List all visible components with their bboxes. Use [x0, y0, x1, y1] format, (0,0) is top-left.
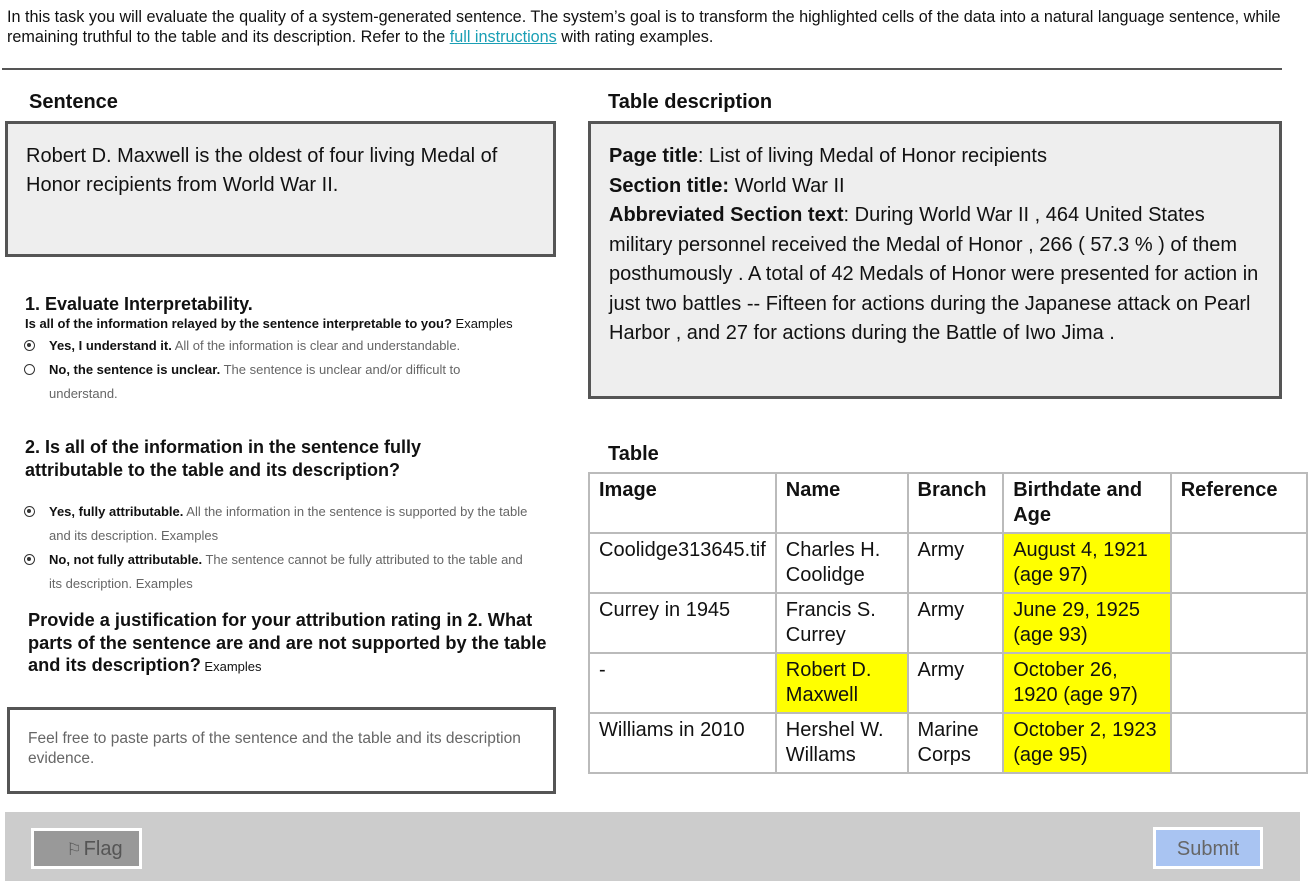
table-row: Williams in 2010 Hershel W. Willams Marine…	[588, 712, 1308, 774]
q1-option-yes[interactable]: Yes, I understand it. All of the informa…	[24, 334, 524, 358]
justification-input[interactable]	[7, 707, 556, 794]
table-cell: Coolidge313645.tif	[588, 532, 777, 594]
radio-unchecked-icon[interactable]	[24, 364, 35, 375]
table-cell	[1169, 652, 1308, 714]
column-header: Name	[774, 472, 909, 534]
q1-option-yes-label: Yes, I understand it.	[49, 338, 172, 353]
q2-option-no-label: No, not fully attributable.	[49, 552, 203, 567]
radio-checked-icon[interactable]	[24, 554, 35, 565]
column-header: Image	[588, 472, 777, 534]
table-cell: Charles H. Coolidge	[774, 532, 909, 594]
table-cell: Hershel W. Willams	[774, 712, 909, 774]
justification-prompt: Provide a justification for your attribu…	[28, 609, 548, 679]
table-cell: Robert D. Maxwell	[774, 652, 909, 714]
q1-option-no[interactable]: No, the sentence is unclear. The sentenc…	[24, 358, 499, 406]
table-cell: June 29, 1925 (age 93)	[1002, 592, 1172, 654]
q2-option-no[interactable]: No, not fully attributable. The sentence…	[24, 548, 534, 596]
table-row: Currey in 1945 Francis S. Currey Army June …	[588, 592, 1308, 654]
submit-button[interactable]: Submit	[1153, 827, 1263, 869]
table-cell: October 26, 1920 (age 97)	[1002, 652, 1172, 714]
q2-option-no-text: No, not fully attributable. The sentence…	[24, 548, 534, 596]
table-cell: Francis S. Currey	[774, 592, 909, 654]
q1-title: 1. Evaluate Interpretability.	[25, 294, 253, 314]
section-title-label: Section title:	[609, 174, 730, 197]
page: In this task you will evaluate the quali…	[0, 0, 1308, 881]
section-title-value: World War II	[729, 174, 845, 197]
q2-option-yes-text: Yes, fully attributable. All the informa…	[24, 500, 534, 548]
q2-option-yes[interactable]: Yes, fully attributable. All the informa…	[24, 500, 534, 548]
q1-examples-link[interactable]: Examples	[452, 316, 513, 331]
flag-button-label: Flag	[83, 838, 123, 860]
q2-option-yes-label: Yes, fully attributable.	[49, 504, 184, 519]
table-cell: Army	[906, 652, 1005, 714]
page-title-value: : List of living Medal of Honor recipien…	[697, 145, 1047, 167]
section-text-line: Abbreviated Section text: During World W…	[609, 201, 1261, 349]
footer-bar	[5, 812, 1300, 881]
table-cell: October 2, 1923 (age 95)	[1002, 712, 1172, 774]
radio-checked-icon[interactable]	[24, 506, 35, 517]
divider	[2, 68, 1282, 70]
radio-checked-icon[interactable]	[24, 340, 35, 351]
data-table: Image Name Branch Birthdate and Age Refe…	[588, 472, 1308, 774]
section-text-label: Abbreviated Section text	[609, 204, 844, 226]
table-cell	[1169, 532, 1308, 594]
page-title-label: Page title	[609, 145, 698, 167]
sentence-box: Robert D. Maxwell is the oldest of four …	[5, 121, 556, 257]
q1-option-no-label: No, the sentence is unclear.	[49, 362, 221, 377]
table-cell: Currey in 1945	[588, 592, 777, 654]
column-header: Reference	[1169, 472, 1308, 534]
page-title-line: Page title: List of living Medal of Hono…	[609, 142, 1261, 172]
flag-button[interactable]: ⚐ Flag	[31, 828, 142, 869]
section-title-line: Section title: World War II	[609, 172, 1261, 202]
full-instructions-link[interactable]: full instructions	[450, 28, 557, 46]
q1-subtitle-text: Is all of the information relayed by the…	[25, 316, 452, 331]
table-header-row: Image Name Branch Birthdate and Age Refe…	[588, 472, 1308, 534]
table-heading: Table	[608, 443, 659, 465]
column-header: Branch	[906, 472, 1005, 534]
q1-option-yes-desc: All of the information is clear and unde…	[171, 338, 461, 353]
table-row: - Robert D. Maxwell Army October 26, 1920 (…	[588, 652, 1308, 714]
q2-title: 2. Is all of the information in the sent…	[25, 437, 422, 480]
instructions-text: In this task you will evaluate the quali…	[7, 7, 1287, 47]
table-cell: Williams in 2010	[588, 712, 777, 774]
table-description-box: Page title: List of living Medal of Hono…	[588, 121, 1282, 399]
q1-subtitle: Is all of the information relayed by the…	[25, 316, 555, 332]
table-cell: Army	[906, 592, 1005, 654]
instructions-tail: with rating examples.	[556, 28, 714, 46]
table-description-heading: Table description	[608, 91, 773, 113]
q1-option-no-text: No, the sentence is unclear. The sentenc…	[24, 358, 499, 406]
table-cell: -	[588, 652, 777, 714]
table-cell: Marine Corps	[906, 712, 1005, 774]
table-cell	[1169, 592, 1308, 654]
sentence-heading: Sentence	[29, 91, 118, 113]
justification-title: Provide a justification for your attribu…	[28, 610, 547, 675]
table-cell	[1169, 712, 1308, 774]
table-row: Coolidge313645.tif Charles H. Coolidge Arm…	[588, 532, 1308, 594]
table-cell: August 4, 1921 (age 97)	[1002, 532, 1172, 594]
flag-icon: ⚐	[66, 840, 82, 859]
justification-examples-link[interactable]: Examples	[201, 659, 261, 674]
q1-option-yes-text: Yes, I understand it. All of the informa…	[24, 334, 524, 358]
table-body: Coolidge313645.tif Charles H. Coolidge Arm…	[588, 532, 1308, 774]
column-header: Birthdate and Age	[1002, 472, 1172, 534]
table-cell: Army	[906, 532, 1005, 594]
